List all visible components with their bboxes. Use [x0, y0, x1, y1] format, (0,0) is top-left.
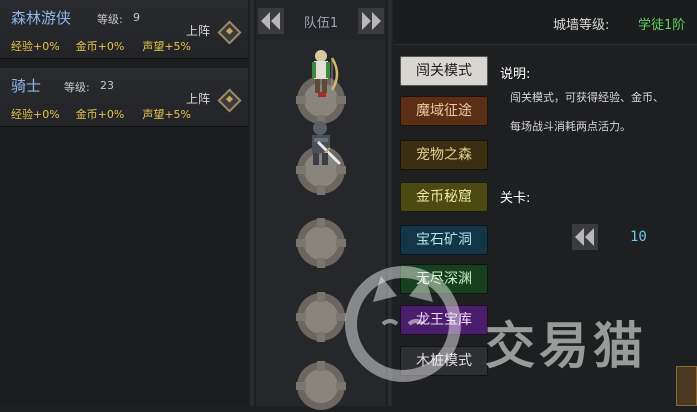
fame-bonus: 声望+5%: [142, 108, 192, 121]
mode-button[interactable]: 无尽深渊: [400, 264, 488, 294]
hero-level-value: 23: [100, 79, 114, 92]
gold-bonus: 金币+0%: [75, 40, 125, 53]
mode-button[interactable]: 魔域征途: [400, 96, 488, 126]
deploy-label: 上阵: [186, 24, 211, 38]
exp-bonus: 经验+0%: [11, 108, 60, 121]
hero-name: 森林游侠: [11, 9, 72, 27]
double-chevron-right-icon[interactable]: [358, 8, 384, 34]
watermark-text: 交易猫: [485, 317, 647, 375]
exp-bonus: 经验+0%: [11, 40, 60, 53]
hero-level-value: 9: [133, 11, 140, 24]
team-panel: 队伍1: [256, 0, 386, 410]
team-header: 队伍1: [256, 0, 386, 40]
mode-button[interactable]: 闯关模式: [400, 56, 488, 86]
knight-unit-sprite[interactable]: [300, 118, 346, 174]
wall-level-label: 城墙等级:: [553, 18, 610, 33]
hero-list-panel: 森林游侠 等级: 9 上阵 经验+0% 金币+0% 声望+5% 骑士 等级: 23 …: [0, 0, 248, 406]
corner-button[interactable]: [676, 366, 697, 406]
mode-button-label: 闯关模式: [416, 63, 472, 79]
panel-divider: [386, 0, 394, 406]
deploy-toggle-icon[interactable]: [217, 88, 242, 113]
mode-button[interactable]: 宝石矿洞: [400, 225, 488, 255]
hero-card-knight[interactable]: 骑士 等级: 23 上阵 经验+0% 金币+0% 声望+5%: [0, 68, 248, 127]
stage-label: 关卡:: [500, 191, 531, 206]
mode-button-label: 宠物之森: [416, 147, 472, 163]
mode-button-label: 龙王宝库: [416, 312, 472, 328]
hero-name: 骑士: [11, 77, 42, 95]
stage-value: 10: [630, 229, 647, 245]
mode-button-label: 无尽深渊: [416, 271, 472, 287]
mode-button-label: 宝石矿洞: [416, 232, 472, 248]
mode-button[interactable]: 金币秘窟: [400, 182, 488, 212]
wall-level-value: 学徒1阶: [638, 18, 686, 33]
panel-divider: [248, 0, 256, 406]
description-line: 闯关模式，可获得经验、金币、: [510, 91, 664, 104]
team-slot-4[interactable]: [295, 291, 347, 343]
mode-button-label: 魔域征途: [416, 103, 472, 119]
mode-button[interactable]: 宠物之森: [400, 140, 488, 170]
mode-button-label: 金币秘窟: [416, 189, 472, 205]
mode-button-label: 木桩模式: [416, 353, 472, 369]
hero-bonus-stats: 经验+0% 金币+0% 声望+5%: [11, 38, 207, 54]
double-chevron-left-icon[interactable]: [572, 224, 598, 250]
mode-button[interactable]: 木桩模式: [400, 346, 488, 376]
hero-card-ranger[interactable]: 森林游侠 等级: 9 上阵 经验+0% 金币+0% 声望+5%: [0, 0, 248, 59]
mode-button[interactable]: 龙王宝库: [400, 305, 488, 335]
team-slot-5[interactable]: [295, 360, 347, 412]
wall-level-row: 城墙等级: 学徒1阶: [394, 0, 697, 45]
fame-bonus: 声望+5%: [142, 40, 192, 53]
description-line: 每场战斗消耗两点活力。: [510, 120, 631, 133]
deploy-label: 上阵: [186, 92, 211, 106]
team-slot-3[interactable]: [295, 217, 347, 269]
hero-bonus-stats: 经验+0% 金币+0% 声望+5%: [11, 106, 207, 122]
hero-level-label: 等级:: [64, 81, 90, 94]
ranger-unit-sprite[interactable]: [298, 48, 344, 104]
gold-bonus: 金币+0%: [75, 108, 125, 121]
deploy-toggle-icon[interactable]: [217, 20, 242, 45]
description-title: 说明:: [500, 67, 531, 82]
hero-level-label: 等级:: [97, 13, 123, 26]
